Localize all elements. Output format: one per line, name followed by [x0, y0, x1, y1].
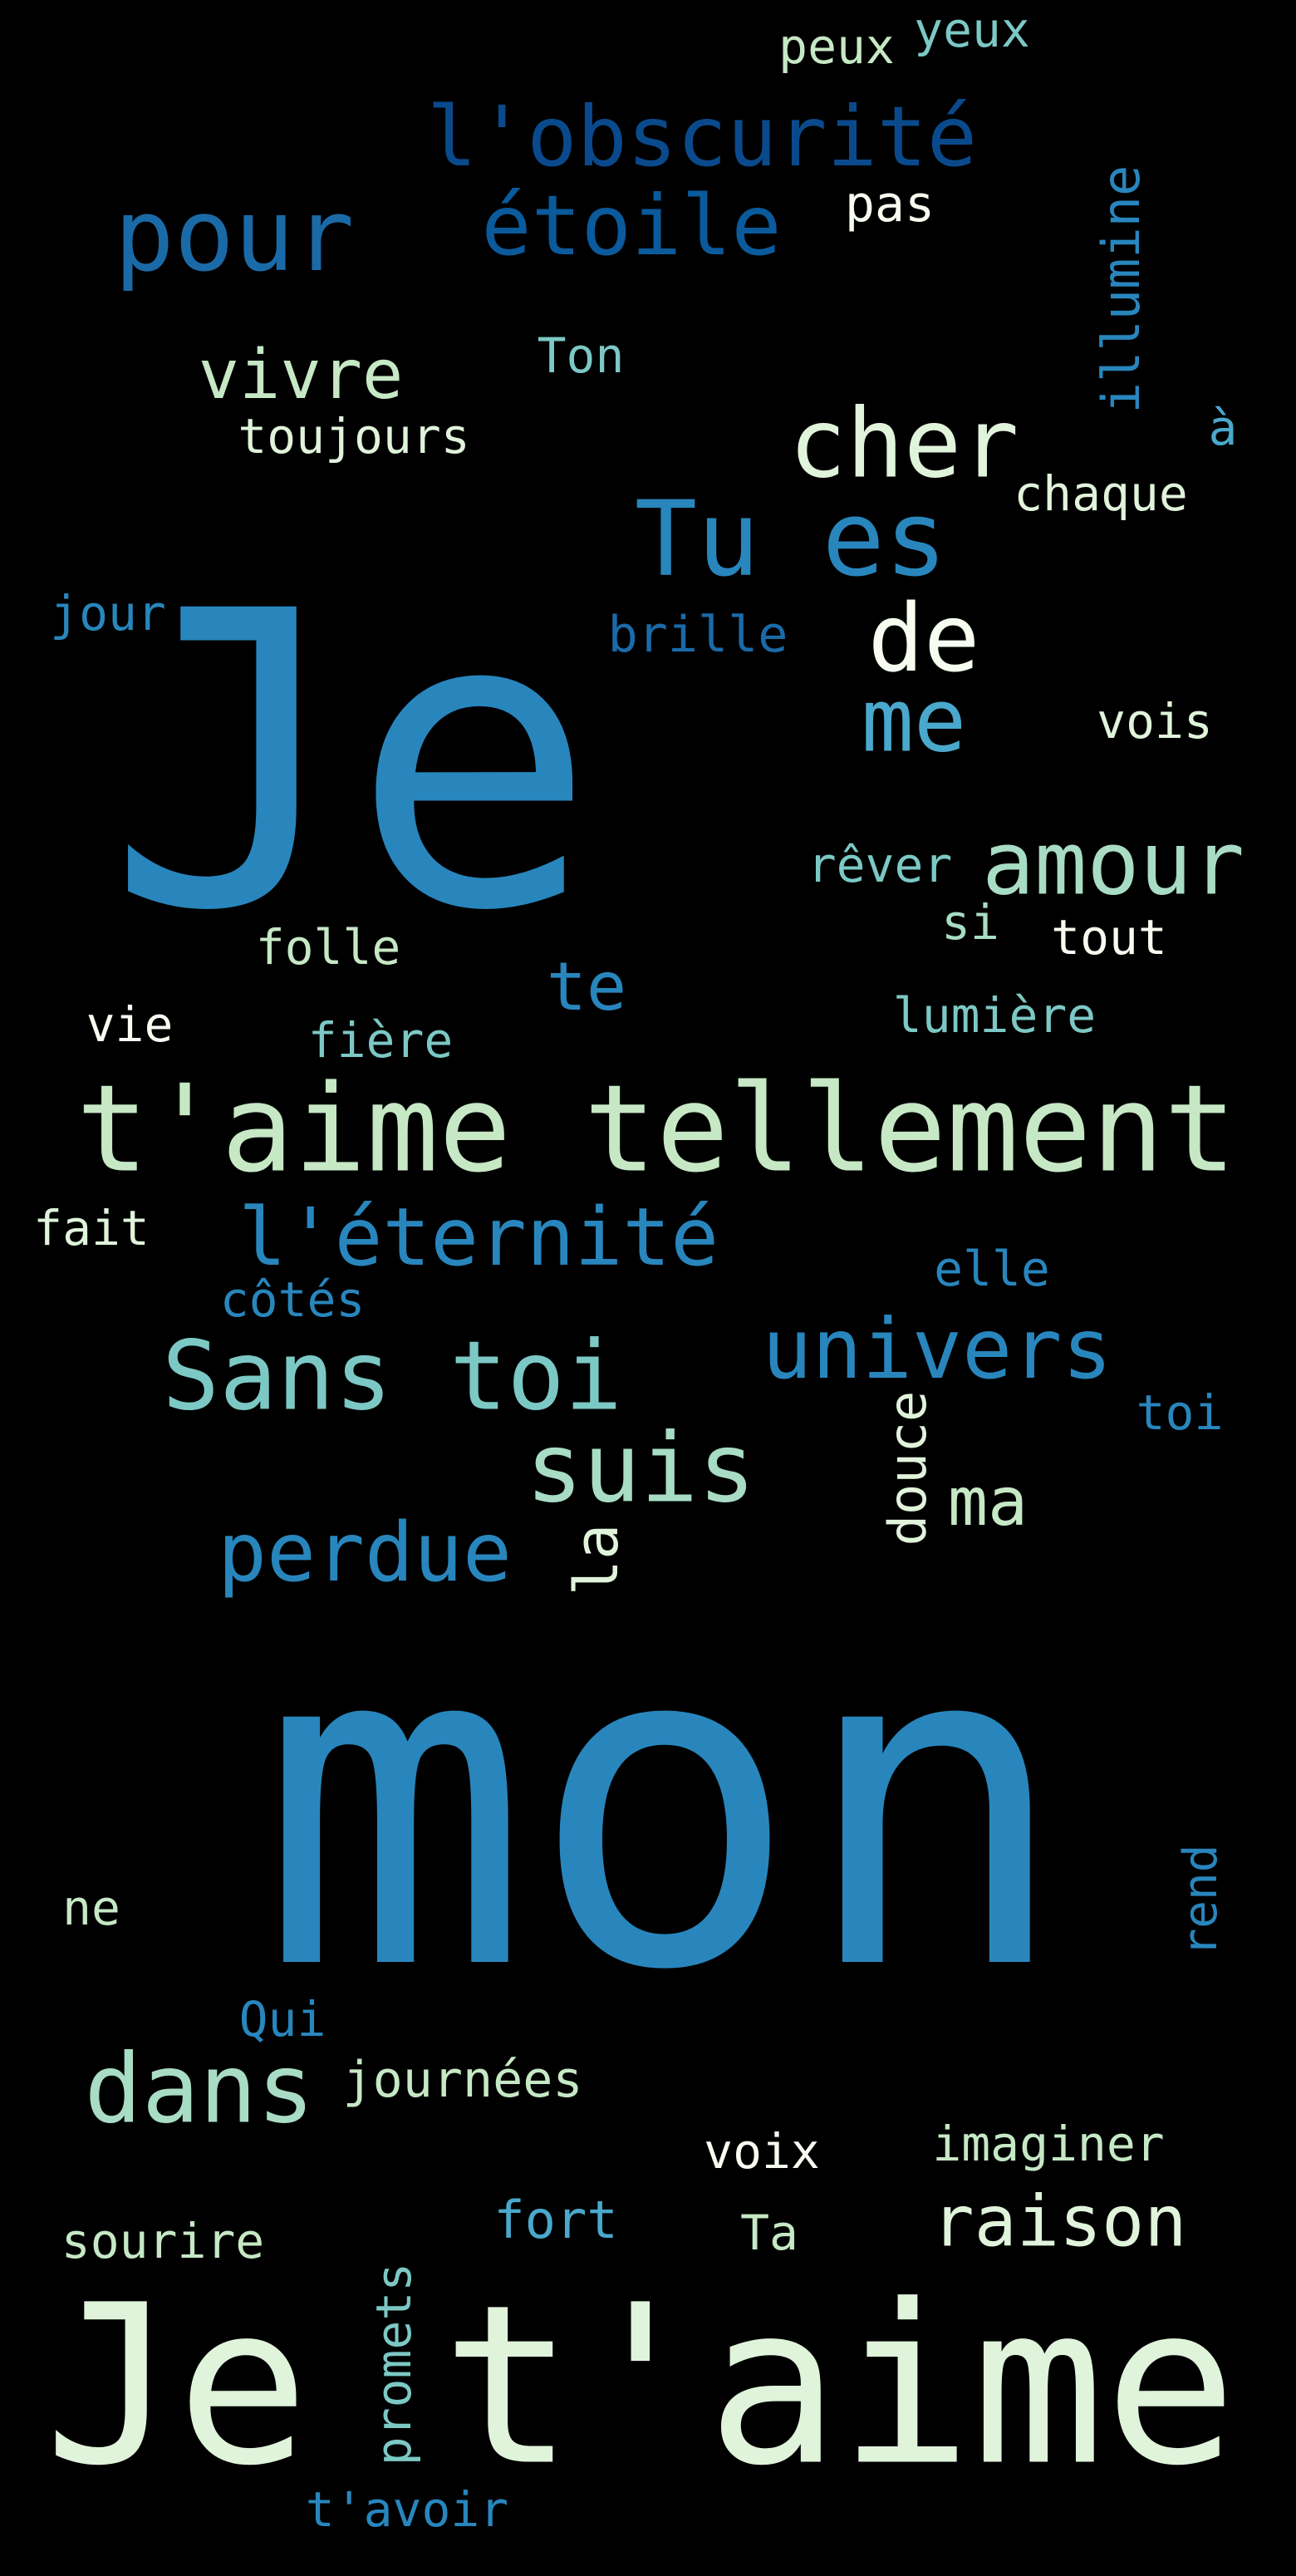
word-douce: douce: [877, 1390, 938, 1546]
word-vois: vois: [1097, 693, 1213, 750]
word-illumine: illumine: [1091, 165, 1151, 414]
word-yeux: yeux: [914, 2, 1030, 58]
word-ton: Ton: [537, 327, 625, 384]
word-suis: suis: [525, 1413, 756, 1525]
word-perdue: perdue: [217, 1506, 513, 1600]
word-si: si: [941, 894, 999, 951]
word-a: à: [1208, 400, 1238, 456]
word-sans-toi: Sans toi: [162, 1320, 622, 1433]
word-amour: amour: [981, 813, 1245, 915]
word-tu-es: Tu es: [634, 479, 948, 600]
word-fiere: fière: [307, 1012, 454, 1069]
word-me: me: [861, 670, 967, 772]
word-sourire: sourire: [61, 2213, 265, 2269]
word-vivre: vivre: [198, 336, 404, 415]
word-cloud: mon Je Je t'aime t'aime tellement Tu es …: [0, 0, 1296, 2576]
word-pas: pas: [844, 175, 935, 234]
word-tavoir: t'avoir: [305, 2481, 509, 2538]
word-cotes: côtés: [219, 1271, 366, 1328]
word-jour: jour: [50, 585, 166, 642]
word-fait: fait: [33, 1200, 150, 1256]
word-voix: voix: [704, 2123, 820, 2180]
word-etoile: étoile: [481, 177, 782, 274]
word-brille: brille: [607, 606, 788, 664]
word-vie: vie: [86, 996, 174, 1053]
word-tout: tout: [1051, 909, 1167, 966]
word-ta: Ta: [740, 2205, 798, 2261]
word-je-large: Je: [106, 525, 597, 1000]
word-univers: univers: [762, 1300, 1112, 1398]
word-cher: cher: [788, 388, 1019, 500]
word-journees: journées: [342, 2051, 583, 2109]
word-fort: fort: [493, 2190, 618, 2250]
word-lumiere: lumière: [892, 987, 1097, 1044]
word-folle: folle: [255, 919, 401, 976]
word-lobscurite: l'obscurité: [426, 88, 978, 185]
word-raison: raison: [931, 2180, 1187, 2264]
word-je-taime: Je t'aime: [44, 2258, 1237, 2515]
word-pour: pour: [114, 179, 355, 294]
word-toi: toi: [1136, 1384, 1224, 1441]
word-rever: rêver: [807, 837, 953, 893]
word-toujours: toujours: [238, 408, 470, 465]
word-taime-tellement: t'aime tellement: [76, 1059, 1237, 1200]
word-la: la: [562, 1523, 631, 1596]
word-dans: dans: [84, 2033, 315, 2146]
word-qui: Qui: [238, 1991, 326, 2048]
word-leternite: l'éternité: [238, 1191, 719, 1284]
word-rend: rend: [1174, 1844, 1228, 1957]
word-peux: peux: [778, 18, 895, 75]
word-mon: mon: [259, 1546, 1070, 2068]
word-te: te: [546, 948, 627, 1025]
word-imaginer: imaginer: [932, 2116, 1165, 2172]
word-ma: ma: [947, 1463, 1028, 1541]
word-ne: ne: [62, 1880, 120, 1936]
word-elle: elle: [934, 1241, 1050, 1297]
word-chaque: chaque: [1014, 465, 1188, 522]
word-promets: promets: [366, 2262, 422, 2466]
